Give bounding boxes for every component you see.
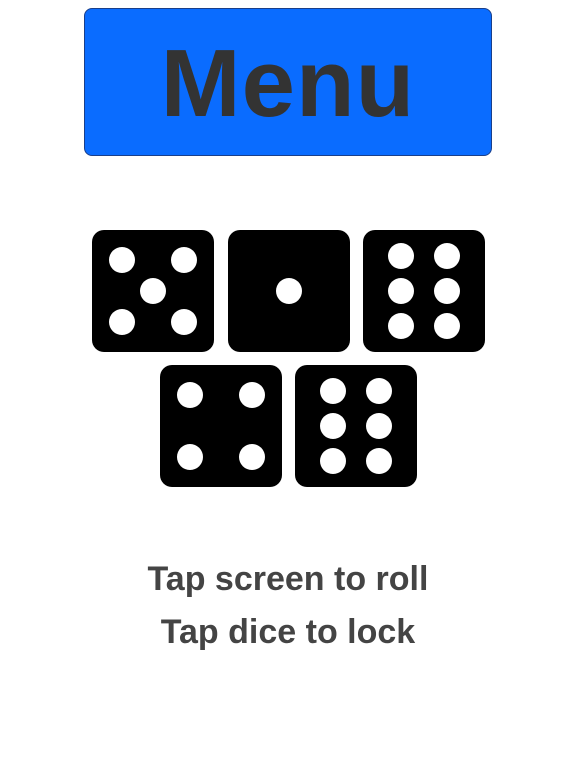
die-pip: [109, 247, 135, 273]
die-pip: [239, 382, 265, 408]
die-pip: [434, 278, 460, 304]
die-pip: [171, 247, 197, 273]
lock-instruction: Tap dice to lock: [160, 613, 416, 651]
roll-instruction: Tap screen to roll: [147, 560, 429, 598]
die-pip: [388, 278, 414, 304]
die-pip: [434, 243, 460, 269]
die-4-four[interactable]: [160, 365, 282, 487]
die-pip: [171, 309, 197, 335]
die-pip: [177, 444, 203, 470]
die-5-six[interactable]: [295, 365, 417, 487]
die-pip: [388, 243, 414, 269]
die-pip: [109, 309, 135, 335]
die-pip: [239, 444, 265, 470]
die-pip: [434, 313, 460, 339]
die-pip: [320, 378, 346, 404]
die-3-six[interactable]: [363, 230, 485, 352]
die-pip: [276, 278, 302, 304]
die-pip: [140, 278, 166, 304]
die-pip: [366, 448, 392, 474]
die-1-five[interactable]: [92, 230, 214, 352]
die-pip: [366, 378, 392, 404]
die-pip: [388, 313, 414, 339]
menu-button[interactable]: Menu: [84, 8, 492, 156]
die-pip: [177, 382, 203, 408]
die-pip: [320, 448, 346, 474]
die-2-one[interactable]: [228, 230, 350, 352]
die-pip: [320, 413, 346, 439]
menu-button-label: Menu: [160, 30, 416, 137]
die-pip: [366, 413, 392, 439]
